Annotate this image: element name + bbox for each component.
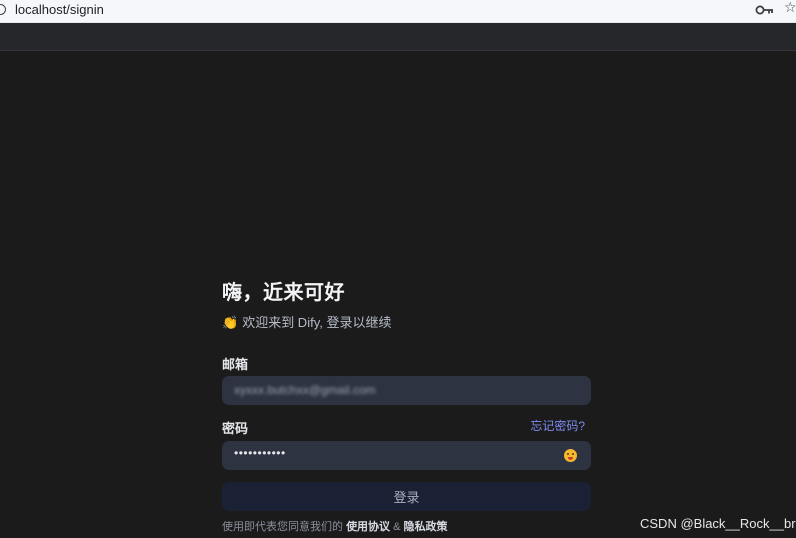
watermark: CSDN @Black__Rock__br bbox=[640, 516, 796, 531]
email-field[interactable]: xyxxx.butchxx@gmail.com bbox=[222, 376, 591, 405]
page-title: 嗨，近来可好 bbox=[222, 282, 345, 304]
site-info-icon[interactable] bbox=[0, 4, 6, 15]
bookmarks-bar bbox=[0, 23, 796, 51]
url-text[interactable]: localhost/signin bbox=[15, 2, 104, 17]
terms-and: & bbox=[393, 521, 401, 533]
show-password-icon[interactable] bbox=[564, 449, 577, 462]
welcome-message: 👏 欢迎来到 Dify, 登录以继续 bbox=[222, 312, 391, 331]
welcome-text: 欢迎来到 Dify, 登录以继续 bbox=[242, 315, 392, 330]
password-key-icon[interactable] bbox=[755, 3, 777, 17]
forgot-password-link[interactable]: 忘记密码? bbox=[530, 417, 585, 434]
email-value: xyxxx.butchxx@gmail.com bbox=[234, 383, 376, 397]
privacy-policy-link[interactable]: 隐私政策 bbox=[404, 521, 448, 533]
password-field[interactable]: ••••••••••• bbox=[222, 441, 591, 470]
browser-address-bar: localhost/signin ☆ bbox=[0, 0, 796, 23]
password-value: ••••••••••• bbox=[234, 446, 286, 460]
terms-of-use-link[interactable]: 使用协议 bbox=[346, 521, 390, 533]
signin-button[interactable]: 登录 bbox=[222, 482, 591, 511]
terms-prefix: 使用即代表您同意我们的 bbox=[222, 521, 343, 533]
email-label: 邮箱 bbox=[222, 357, 249, 372]
terms-notice: 使用即代表您同意我们的 使用协议 & 隐私政策 bbox=[222, 518, 448, 534]
clap-icon: 👏 bbox=[222, 316, 239, 331]
password-label: 密码 bbox=[222, 421, 249, 436]
bookmark-star-icon[interactable]: ☆ bbox=[784, 0, 796, 16]
